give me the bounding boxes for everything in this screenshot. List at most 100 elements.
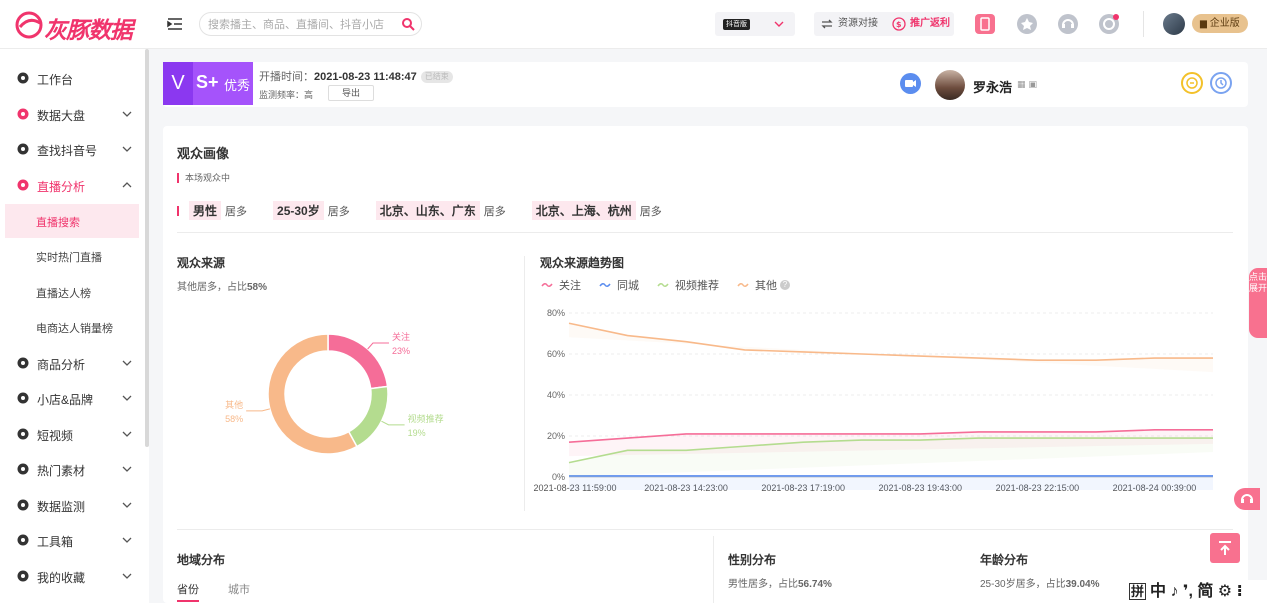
start-time: 开播时间：2021-08-23 11:48:47 已结束 — [259, 68, 453, 84]
resource-link[interactable]: 资源对接 — [820, 15, 878, 33]
sidebar-scrollbar[interactable] — [145, 49, 149, 447]
level-desc: 优秀 — [224, 78, 251, 93]
tag-age: 25-30岁 居多 — [273, 201, 350, 220]
legend-swatch — [737, 282, 749, 288]
sidebar-item-9[interactable]: 工具箱 — [0, 523, 145, 557]
tab-province[interactable]: 省份 — [177, 581, 199, 602]
sidebar-item-6[interactable]: 短视频 — [0, 417, 145, 451]
source-summary: 其他居多，占比58% — [177, 278, 267, 293]
history-icon[interactable] — [1210, 72, 1232, 94]
notification-icon[interactable] — [1098, 13, 1120, 35]
sidebar-item-label: 查找抖音号 — [37, 144, 98, 158]
source-summary-value: 58% — [247, 282, 268, 293]
portrait-tags: 男性 居多 25-30岁 居多 北京、山东、广东 居多 北京、上海、杭州 居多 — [177, 201, 688, 220]
pie-label-3: 其他 — [225, 399, 243, 410]
legend-item-0[interactable]: 关注 — [541, 277, 581, 293]
pie-slice-2[interactable] — [347, 385, 389, 448]
chevron-down-icon — [122, 357, 132, 371]
series-area-3 — [569, 323, 1213, 373]
y-tick-label: 80% — [547, 308, 565, 318]
anchor-avatar[interactable] — [935, 70, 965, 100]
export-button[interactable]: 导出 — [328, 85, 374, 101]
sidebar-item-1[interactable]: 数据大盘 — [0, 97, 145, 131]
sidebar-subitem-label: 电商达人销量榜 — [36, 323, 113, 335]
sidebar-subitem-3[interactable]: 电商达人销量榜 — [0, 310, 145, 344]
divider — [177, 529, 1233, 530]
chevron-down-icon — [122, 143, 132, 157]
search-input[interactable] — [208, 17, 393, 32]
support-float[interactable] — [1234, 488, 1260, 510]
arrow-up-icon — [1219, 541, 1231, 555]
mobile-icon[interactable] — [974, 13, 996, 35]
sidebar-subitem-2[interactable]: 直播达人榜 — [0, 275, 145, 309]
sidebar-subitem-1[interactable]: 实时热门直播 — [0, 239, 145, 273]
audience-card: 观众画像 本场观众中 男性 居多 25-30岁 居多 北京、山东、广东 居多 北京、上… — [163, 126, 1248, 603]
anchor-name[interactable]: 罗永浩 — [973, 77, 1012, 96]
gender-summary: 男性居多，占比56.74% — [728, 575, 832, 590]
sidebar-subitem-label: 实时热门直播 — [36, 252, 102, 264]
pie-label-2: 视频推荐 — [408, 413, 444, 424]
service-icon[interactable] — [1057, 13, 1079, 35]
pie-leader-2 — [381, 420, 405, 426]
promo-label: 推广返利 — [910, 18, 950, 29]
enterprise-badge[interactable]: ▆ 企业版 — [1192, 14, 1248, 33]
search-icon[interactable] — [401, 17, 415, 34]
user-avatar[interactable] — [1163, 13, 1185, 35]
accent-bar — [177, 205, 179, 216]
badge-icon[interactable] — [1016, 13, 1038, 35]
sidebar-item-8[interactable]: 数据监测 — [0, 488, 145, 522]
divider — [177, 232, 1233, 233]
sidebar-item-3[interactable]: 直播分析 — [0, 168, 145, 202]
chevron-down-icon — [122, 534, 132, 548]
chevron-down-icon — [122, 392, 132, 406]
promo-link[interactable]: $ 推广返利 — [892, 15, 950, 33]
chevron-down-icon — [122, 499, 132, 513]
pie-leader-3 — [246, 408, 271, 412]
camera-icon[interactable] — [900, 73, 921, 94]
version-select[interactable]: 抖音版 — [715, 12, 795, 36]
sidebar-item-label: 数据监测 — [37, 500, 86, 514]
sidebar-item-label: 小店&品牌 — [37, 393, 94, 407]
sidebar-item-7[interactable]: 热门素材 — [0, 452, 145, 486]
tag-province-most: 居多 — [483, 205, 506, 218]
level-v-badge: V — [163, 62, 193, 105]
video-icon — [17, 428, 29, 440]
sidebar-subitem-0[interactable]: 直播搜索 — [5, 204, 139, 238]
sidebar-item-label: 商品分析 — [37, 358, 86, 372]
legend-item-1[interactable]: 同城 — [599, 277, 639, 293]
tab-city[interactable]: 城市 — [228, 581, 250, 597]
live-icon — [17, 179, 29, 191]
legend-item-3[interactable]: 其他? — [737, 277, 790, 293]
side-expand-tab[interactable]: 点击展开 — [1249, 268, 1267, 338]
back-to-top-button[interactable] — [1210, 533, 1240, 563]
sidebar-item-label: 直播分析 — [37, 180, 86, 194]
sidebar-item-4[interactable]: 商品分析 — [0, 346, 145, 380]
gender-title: 性别分布 — [728, 553, 777, 567]
level-s-badge: S+ 优秀 — [193, 62, 253, 105]
bar-chart-icon — [17, 108, 29, 120]
legend-label: 关注 — [559, 280, 581, 292]
tag-gender: 男性 居多 — [189, 201, 247, 220]
monitor-freq: 监测频率：高 — [259, 88, 313, 101]
copy-icon[interactable]: ▦▣ — [1017, 79, 1040, 90]
collapse-menu-icon[interactable] — [166, 15, 184, 33]
legend-item-2[interactable]: 视频推荐 — [657, 277, 719, 293]
freq-value: 高 — [304, 90, 314, 100]
sidebar: 工作台 数据大盘查找抖音号直播分析商品分析小店&品牌短视频热门素材数据监测工具箱我… — [0, 49, 149, 603]
sidebar-item-0[interactable]: 工作台 — [0, 61, 145, 95]
sidebar-item-2[interactable]: 查找抖音号 — [0, 132, 145, 166]
ime-toolbar[interactable]: 拼中 ♪ ❜, 简 ⚙ ⁝ — [1123, 580, 1267, 603]
pie-leader-0 — [367, 342, 389, 350]
sidebar-item-5[interactable]: 小店&品牌 — [0, 381, 145, 415]
sidebar-item-10[interactable]: 我的收藏 — [0, 559, 145, 593]
tag-city: 北京、上海、杭州 居多 — [531, 201, 662, 220]
pie-slice-0[interactable] — [327, 333, 389, 390]
sidebar-item-label: 短视频 — [37, 429, 74, 443]
resource-bar: 资源对接 $ 推广返利 — [814, 12, 954, 36]
chat-icon[interactable] — [1181, 72, 1203, 94]
shop-icon — [17, 392, 29, 404]
logo[interactable]: 灰豚数据 — [14, 8, 134, 43]
help-icon[interactable]: ? — [780, 280, 790, 290]
tag-age-value: 25-30岁 — [273, 201, 324, 220]
chevron-down-icon — [122, 570, 132, 584]
